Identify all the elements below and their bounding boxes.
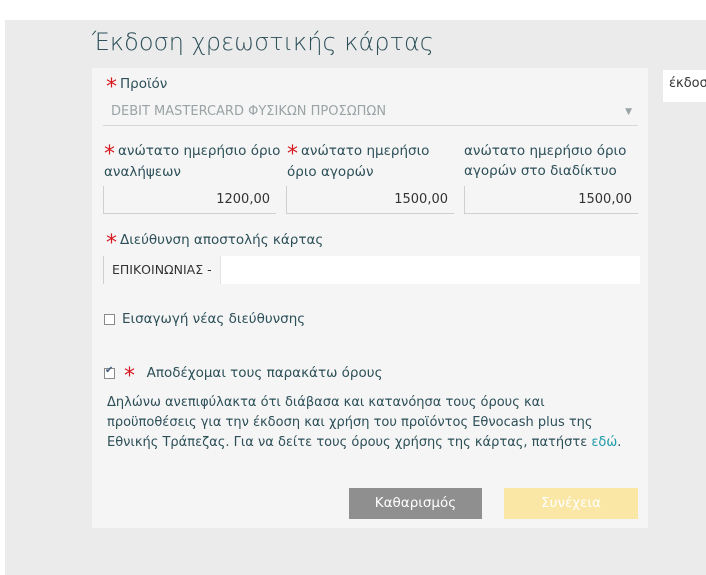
- product-label-text: Προϊόν: [120, 76, 168, 92]
- terms-link[interactable]: εδώ: [591, 435, 617, 450]
- address-label-text: Διεύθυνση αποστολής κάρτας: [120, 232, 324, 248]
- online-limit-label-line1: ανώτατο ημερήσιο όριο: [464, 143, 627, 159]
- online-limit-label-line2: αγορών στο διαδίκτυο: [464, 163, 617, 179]
- product-select[interactable]: DEBIT MASTERCARD ΦΥΣΙΚΩΝ ΠΡΟΣΩΠΩΝ ▼: [103, 98, 638, 126]
- clear-button[interactable]: Καθαρισμός: [349, 488, 482, 519]
- side-panel-text: έκδοσ: [663, 70, 706, 102]
- address-label: * Διεύθυνση αποστολής κάρτας: [106, 230, 324, 255]
- purchase-limit-label-line2: όριο αγορών: [287, 164, 374, 180]
- terms-text: Δηλώνω ανεπιφύλακτα ότι διάβασα και κατα…: [107, 393, 629, 453]
- new-address-label[interactable]: Εισαγωγή νέας διεύθυνσης: [122, 309, 305, 329]
- address-field[interactable]: ΕΠΙΚΟΙΝΩΝΙΑΣ -: [103, 256, 640, 284]
- accept-terms-checkbox[interactable]: [104, 365, 115, 379]
- accept-terms-label[interactable]: * Αποδέχομαι τους παρακάτω όρους: [124, 363, 383, 388]
- address-type-prefix: ΕΠΙΚΟΙΝΩΝΙΑΣ -: [103, 256, 221, 284]
- continue-button[interactable]: Συνέχεια: [504, 488, 638, 519]
- accept-terms-label-text: Αποδέχομαι τους παρακάτω όρους: [146, 365, 383, 381]
- page-title: Έκδοση χρεωστικής κάρτας: [92, 28, 434, 56]
- product-select-value: DEBIT MASTERCARD ΦΥΣΙΚΩΝ ΠΡΟΣΩΠΩΝ: [111, 104, 387, 119]
- new-address-checkbox[interactable]: [104, 314, 115, 325]
- product-label: * Προϊόν: [106, 74, 168, 99]
- card-issue-form: [92, 68, 648, 528]
- purchase-limit-label-line1: ανώτατο ημερήσιο: [301, 143, 430, 159]
- withdrawal-limit-label: * ανώτατο ημερήσιο όριο αναλήψεων: [104, 141, 284, 182]
- terms-period: .: [617, 435, 622, 450]
- online-purchase-limit-input[interactable]: 1500,00: [464, 186, 638, 214]
- purchase-limit-label: * ανώτατο ημερήσιο όριο αγορών: [287, 141, 459, 182]
- withdrawal-limit-label-line1: ανώτατο ημερήσιο όριο: [118, 143, 281, 159]
- required-asterisk: *: [124, 364, 135, 389]
- required-asterisk: *: [106, 75, 117, 100]
- terms-body: Δηλώνω ανεπιφύλακτα ότι διάβασα και κατα…: [107, 395, 593, 450]
- withdrawal-limit-input[interactable]: 1200,00: [103, 186, 276, 214]
- dropdown-arrow-icon: ▼: [625, 107, 632, 117]
- online-purchase-limit-label: ανώτατο ημερήσιο όριο αγορών στο διαδίκτ…: [464, 141, 644, 181]
- purchase-limit-input[interactable]: 1500,00: [286, 186, 454, 214]
- required-asterisk: *: [106, 231, 117, 256]
- withdrawal-limit-label-line2: αναλήψεων: [104, 164, 181, 180]
